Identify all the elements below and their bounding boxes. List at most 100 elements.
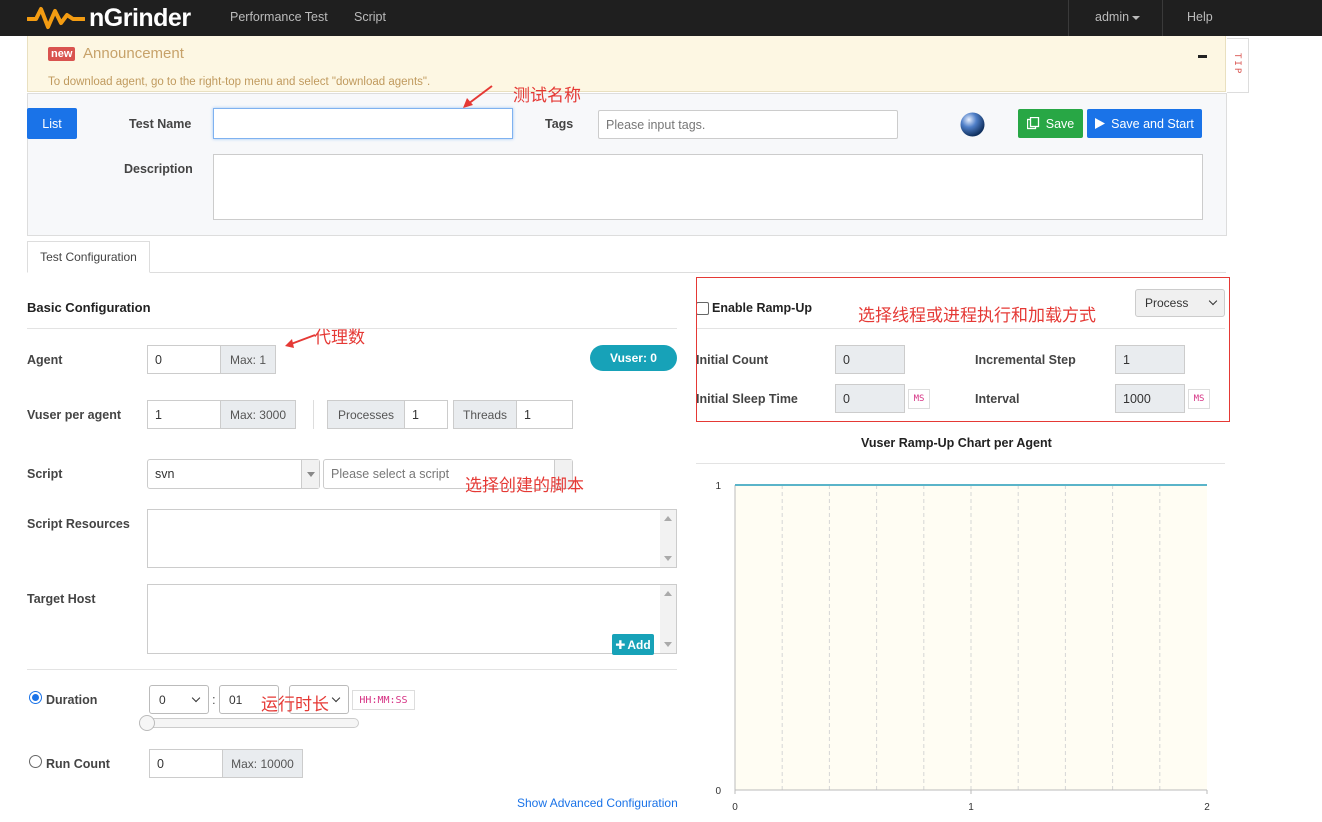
test-name-input[interactable]	[213, 108, 513, 139]
chevron-down-icon	[191, 693, 201, 703]
run-count-radio[interactable]	[29, 755, 42, 768]
threads-input[interactable]: 1	[516, 400, 573, 429]
annotation-test-name: 测试名称	[513, 86, 581, 105]
vuser-total-badge: Vuser: 0	[590, 345, 677, 371]
annotation-arrow-icon	[463, 85, 493, 108]
brand-name: nGrinder	[89, 3, 191, 32]
top-navbar: nGrinder Performance Test Script admin H…	[0, 0, 1322, 36]
save-and-start-button[interactable]: Save and Start	[1087, 109, 1202, 138]
duration-radio[interactable]	[29, 691, 42, 704]
save-button[interactable]: Save	[1018, 109, 1083, 138]
annotation-arrow-icon	[285, 334, 316, 348]
run-count-input[interactable]: 0	[149, 749, 224, 778]
annotation-thread-mode: 选择线程或进程执行和加载方式	[858, 306, 1096, 325]
add-host-label: Add	[627, 637, 651, 652]
script-select-placeholder: Please select a script	[331, 467, 450, 481]
run-count-label: Run Count	[46, 757, 110, 771]
y-tick-label: 0	[715, 786, 721, 797]
duration-minutes-value: 01	[229, 692, 243, 707]
tags-input[interactable]: Please input tags.	[598, 110, 898, 139]
list-button[interactable]: List	[27, 108, 77, 139]
duration-hours-select[interactable]: 0	[149, 685, 209, 714]
description-label: Description	[124, 162, 193, 176]
chart-title: Vuser Ramp-Up Chart per Agent	[861, 436, 1052, 450]
x-tick-label: 0	[732, 802, 738, 813]
save-label: Save	[1045, 116, 1075, 131]
chevron-down-icon	[331, 693, 341, 703]
tip-tab[interactable]: TIP	[1227, 38, 1249, 93]
x-tick-label: 2	[1204, 802, 1210, 813]
nav-script[interactable]: Script	[354, 10, 386, 24]
nav-divider	[1162, 0, 1163, 36]
add-host-button[interactable]: ✚ Add	[612, 634, 654, 655]
tags-label: Tags	[545, 117, 574, 131]
tab-bar-line	[27, 272, 1226, 273]
play-icon	[1095, 118, 1106, 129]
script-repo-value: svn	[155, 467, 175, 481]
y-tick-label: 1	[715, 481, 721, 492]
minus-icon[interactable]	[1198, 55, 1207, 58]
user-menu[interactable]: admin	[1095, 10, 1141, 24]
nav-help[interactable]: Help	[1187, 10, 1213, 24]
run-count-max-addon: Max: 10000	[222, 749, 303, 778]
copy-icon	[1026, 117, 1039, 130]
duration-slider-track[interactable]	[139, 718, 359, 728]
target-host-label: Target Host	[27, 592, 96, 606]
scroll-up-icon	[664, 516, 672, 521]
announcement-title: Announcement	[83, 45, 184, 62]
select-arrow	[301, 460, 319, 488]
basic-config-heading: Basic Configuration	[27, 300, 151, 315]
vuser-per-agent-input[interactable]: 1	[147, 400, 222, 429]
description-textarea[interactable]	[213, 154, 1203, 220]
test-name-label: Test Name	[129, 117, 192, 131]
agent-label: Agent	[27, 353, 63, 367]
threads-addon: Threads	[453, 400, 517, 429]
annotation-duration: 运行时长	[261, 695, 329, 714]
announcement-message: To download agent, go to the right-top m…	[48, 76, 431, 88]
new-badge: new	[48, 47, 76, 61]
x-tick-label: 1	[968, 802, 974, 813]
annotation-script: 选择创建的脚本	[465, 476, 584, 495]
agent-max-addon: Max: 1	[220, 345, 276, 374]
divider	[696, 463, 1225, 464]
user-name: admin	[1095, 10, 1130, 24]
announcement-panel: new Announcement To download agent, go t…	[27, 36, 1226, 92]
processes-addon: Processes	[327, 400, 405, 429]
vuser-per-agent-label: Vuser per agent	[27, 408, 122, 422]
status-globe-icon	[960, 112, 985, 137]
rampup-chart: 0 1 2 0 1	[715, 481, 1210, 813]
duration-slider-handle[interactable]	[139, 715, 155, 731]
divider	[27, 669, 677, 670]
time-separator: :	[212, 692, 216, 707]
plus-icon: ✚	[615, 637, 626, 652]
time-format-hint: HH:MM:SS	[352, 690, 415, 710]
nav-performance-test[interactable]: Performance Test	[230, 10, 328, 24]
annotation-box	[696, 277, 1230, 422]
nav-divider	[1068, 0, 1069, 36]
tip-label: TIP	[1232, 53, 1242, 76]
scroll-up-icon	[664, 591, 672, 596]
brand-logo[interactable]: nGrinder	[27, 3, 191, 33]
scrollbar[interactable]	[660, 585, 676, 653]
scroll-down-icon	[664, 556, 672, 561]
agent-input[interactable]: 0	[147, 345, 222, 374]
duration-hours-value: 0	[159, 692, 166, 707]
divider	[313, 400, 314, 429]
script-resources-textarea[interactable]	[147, 509, 677, 568]
vuser-max-addon: Max: 3000	[220, 400, 296, 429]
processes-input[interactable]: 1	[404, 400, 448, 429]
caret-down-icon	[1132, 15, 1141, 20]
duration-label: Duration	[46, 693, 98, 707]
target-host-textarea[interactable]	[147, 584, 677, 654]
pulse-logo-icon	[27, 7, 85, 29]
save-and-start-label: Save and Start	[1111, 116, 1194, 131]
scroll-down-icon	[664, 642, 672, 647]
triangle-down-icon	[307, 472, 315, 477]
annotation-agents: 代理数	[314, 328, 365, 347]
scrollbar[interactable]	[660, 510, 676, 567]
script-resources-label: Script Resources	[27, 517, 130, 531]
show-advanced-config-link[interactable]: Show Advanced Configuration	[517, 796, 678, 810]
script-label: Script	[27, 467, 63, 481]
script-repo-select[interactable]: svn	[147, 459, 320, 489]
tab-test-configuration[interactable]: Test Configuration	[27, 241, 150, 273]
